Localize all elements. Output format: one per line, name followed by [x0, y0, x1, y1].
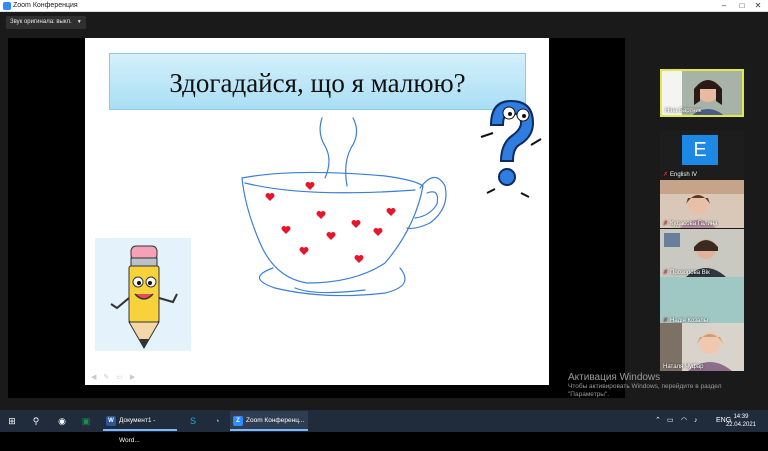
taskbar-item-label: Документ1 - Word... [119, 417, 156, 444]
windows-taskbar: ⊞ ⚲ ◉ ▣ W Документ1 - Word... S ◔ Z Zoom… [0, 410, 768, 444]
muted-mic-icon: ✗ [663, 221, 669, 227]
participant-name: Кудасова Галина [670, 221, 718, 227]
presentation-slide: Здогадайся, що я малюю? ◀✎▭▶ [85, 38, 549, 385]
word-icon: W [106, 416, 116, 426]
clock-date: 22.04.2021 [725, 422, 756, 428]
taskbar-item-label: Zoom Конференц... [246, 417, 305, 424]
chrome-icon[interactable]: ◉ [52, 410, 72, 432]
pencil-character-picture [95, 238, 191, 351]
edge-icon[interactable]: ◔ [208, 410, 226, 432]
wifi-icon[interactable]: ◠ [681, 410, 687, 432]
zoom-icon: Z [233, 416, 243, 426]
question-mark-icon [480, 99, 542, 198]
participant-tile[interactable]: ✗ Надія Козалы [660, 277, 744, 325]
minimize-icon[interactable]: – [716, 0, 732, 12]
participant-tile[interactable]: E ✗ English IV [660, 131, 744, 179]
muted-mic-icon: ✗ [663, 172, 669, 178]
maximize-icon[interactable]: □ [734, 0, 750, 12]
excel-icon[interactable]: ▣ [76, 410, 96, 432]
zoom-app-icon [3, 2, 11, 10]
close-icon[interactable]: ✕ [750, 0, 766, 12]
participant-name: Ніна Бартник [665, 108, 702, 114]
windows-start-icon[interactable]: ⊞ [2, 410, 22, 432]
participant-name: Наталя Чуфар [663, 364, 704, 370]
participant-name-row: ✗ Прозорова Вік [663, 269, 710, 276]
volume-icon[interactable]: ♪ [694, 410, 698, 432]
original-audio-label: Звук оригинала: выкл. [10, 19, 72, 25]
windows-activation-watermark: Активация Windows Чтобы активировать Win… [568, 372, 722, 399]
window-title: Zoom Конференция [13, 2, 78, 9]
slide-annotation-tools[interactable]: ◀✎▭▶ [91, 373, 142, 381]
participant-name-row: ✗ Кудасова Галина [663, 220, 717, 227]
participant-name-row: ✗ English IV [663, 171, 697, 178]
taskbar-item-word[interactable]: W Документ1 - Word... [103, 411, 177, 444]
watermark-heading: Активация Windows [568, 372, 661, 383]
participant-name: English IV [670, 172, 698, 178]
hearts [265, 182, 396, 263]
chevron-down-icon: ▼ [76, 19, 82, 25]
network-icon[interactable]: ▭ [667, 410, 674, 432]
taskbar-item-zoom[interactable]: Z Zoom Конференц... [230, 411, 308, 431]
participant-tile[interactable]: ✗ Кудасова Галина [660, 180, 744, 228]
watermark-line-1: Чтобы активировать Windows, перейдите в … [568, 383, 722, 390]
slide-title: Здогадайся, що я малюю? [169, 68, 466, 98]
participant-tile[interactable]: Ніна Бартник [660, 69, 744, 117]
taskbar-clock[interactable]: 14:39 22.04.2021 [726, 413, 756, 429]
search-icon[interactable]: ⚲ [26, 410, 46, 432]
slide-title-box: Здогадайся, що я малюю? [109, 53, 526, 110]
window-titlebar: Zoom Конференция – □ ✕ [0, 0, 768, 12]
muted-mic-icon: ✗ [663, 270, 669, 276]
tray-chevron-icon[interactable]: ⌃ [655, 410, 661, 432]
clock-time: 14:39 [733, 414, 749, 420]
watermark-line-2: "Параметры". [568, 391, 610, 398]
original-audio-dropdown[interactable]: Звук оригинала: выкл. ▼ [6, 16, 86, 29]
participant-name: Прозорова Вік [670, 270, 710, 276]
skype-icon[interactable]: S [184, 410, 202, 432]
participant-avatar: E [682, 135, 718, 165]
participant-tile[interactable]: Наталя Чуфар [660, 323, 744, 371]
participant-tile[interactable]: ✗ Прозорова Вік [660, 229, 744, 277]
